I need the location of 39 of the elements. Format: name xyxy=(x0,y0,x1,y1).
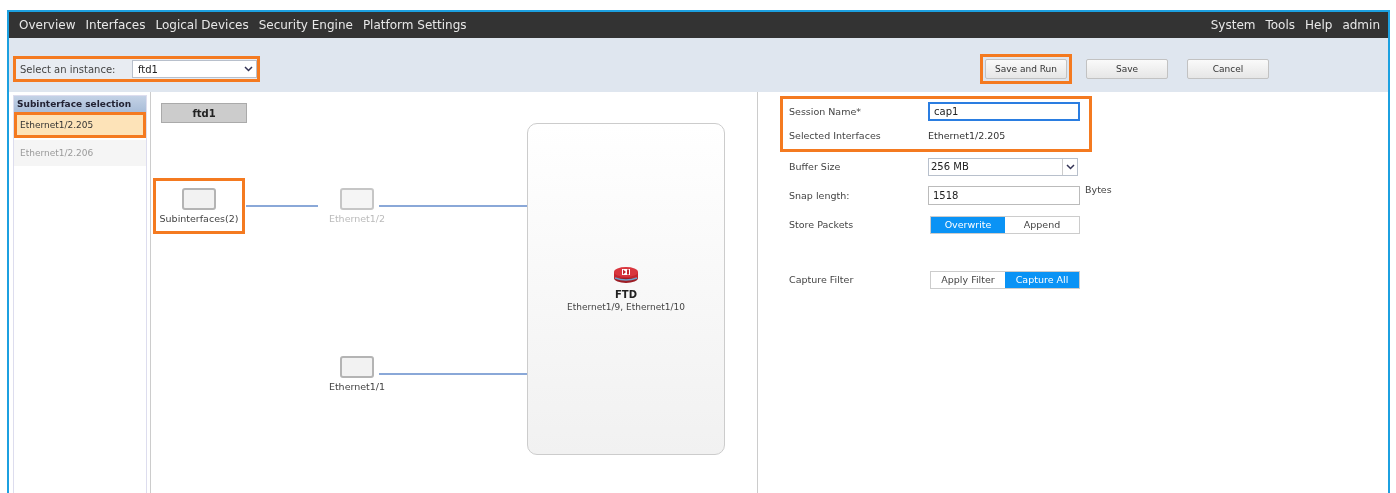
field-label: Store Packets xyxy=(789,219,855,230)
toolbar-button[interactable]: Save and Run xyxy=(985,59,1067,79)
port-icon[interactable] xyxy=(340,356,374,378)
nav-link[interactable]: System xyxy=(1210,18,1256,32)
nav-link[interactable]: admin xyxy=(1342,18,1380,32)
canvas-tab[interactable]: ftd1 xyxy=(161,103,247,123)
field-value: Ethernet1/2.205 xyxy=(928,129,1006,141)
toolbar-button[interactable]: Cancel xyxy=(1187,59,1269,79)
port-icon[interactable] xyxy=(182,188,216,210)
device-box[interactable]: FTD Ethernet1/9, Ethernet1/10 xyxy=(527,123,725,455)
buffer-size-select[interactable]: 256 MB xyxy=(928,157,1078,176)
router-icon xyxy=(613,266,639,284)
field-label: Buffer Size xyxy=(789,161,842,172)
snap-length-field[interactable]: 1518 xyxy=(928,186,1080,205)
sidebar-header: Subinterface selection xyxy=(14,96,146,112)
caret-icon xyxy=(1065,163,1075,170)
sidebar-item[interactable]: Ethernet1/2.205 xyxy=(14,112,146,138)
nav-link[interactable]: Help xyxy=(1305,18,1333,32)
field-label: Session Name* xyxy=(789,105,863,117)
node-label: Ethernet1/1 xyxy=(328,381,386,392)
nav-link[interactable]: Security Engine xyxy=(258,18,353,32)
node-label: Ethernet1/2 xyxy=(328,213,386,224)
caret-icon xyxy=(244,66,253,72)
nav-link[interactable]: Interfaces xyxy=(85,18,146,32)
device-name: FTD xyxy=(615,289,637,300)
nav-link[interactable]: Tools xyxy=(1265,18,1296,32)
session-name-field[interactable]: cap1 xyxy=(928,101,1080,121)
nav-link[interactable]: Overview xyxy=(19,18,76,32)
device-interfaces: Ethernet1/9, Ethernet1/10 xyxy=(567,302,685,312)
instance-label: Select an instance: xyxy=(19,63,117,75)
unit-label: Bytes xyxy=(1085,184,1112,195)
field-label: Capture Filter xyxy=(789,274,855,285)
instance-select[interactable]: ftd1 xyxy=(132,60,257,78)
nav-link[interactable]: Logical Devices xyxy=(155,18,249,32)
field-label: Snap length: xyxy=(789,190,851,201)
field-label: Selected Interfaces xyxy=(789,129,882,141)
nav-link[interactable]: Platform Settings xyxy=(362,18,467,32)
toolbar-button[interactable]: Save xyxy=(1086,59,1168,79)
node-label: Subinterfaces(2) xyxy=(159,213,239,224)
